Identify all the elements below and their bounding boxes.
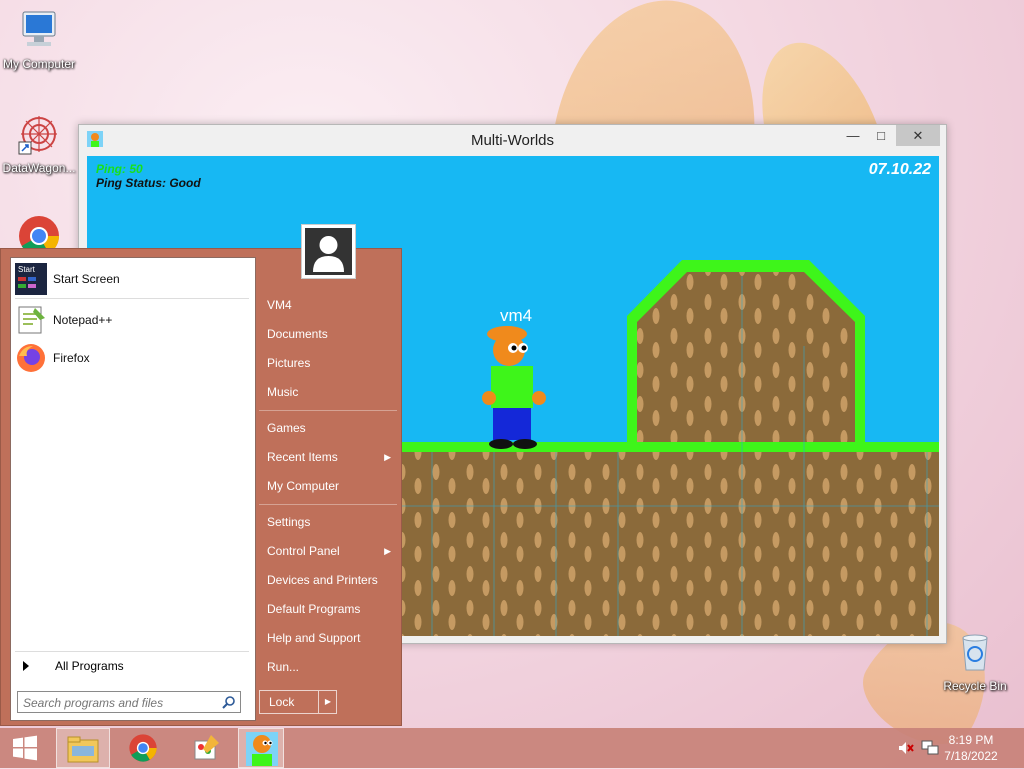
taskbar-file-explorer[interactable] — [56, 728, 110, 768]
desktop-icon-datawagon[interactable]: DataWagon... — [0, 112, 78, 175]
menu-item-settings[interactable]: Settings — [259, 509, 399, 535]
divider — [259, 504, 397, 505]
notepad-plus-plus-icon — [18, 306, 45, 334]
divider — [259, 410, 397, 411]
program-label: Start Screen — [53, 272, 120, 286]
chrome-icon — [129, 734, 157, 762]
desktop-icon-my-computer[interactable]: My Computer — [0, 8, 78, 71]
menu-item-recent-items[interactable]: Recent Items ▶ — [259, 444, 399, 470]
lock-options-arrow-icon[interactable]: ▶ — [318, 691, 337, 713]
menu-item-control-panel[interactable]: Control Panel ▶ — [259, 538, 399, 564]
submenu-arrow-icon: ▶ — [384, 452, 391, 462]
minimize-button[interactable]: — — [840, 125, 866, 146]
program-label: Notepad++ — [53, 313, 113, 327]
menu-item-default-programs[interactable]: Default Programs — [259, 596, 399, 622]
system-clock[interactable]: 8:19 PM 7/18/2022 — [936, 732, 1006, 764]
menu-item-label: Games — [267, 421, 306, 435]
recycle-bin-icon — [962, 634, 988, 671]
divider — [15, 298, 249, 299]
start-menu-programs-pane: Start Start Screen Notepad++ Firefox All… — [10, 257, 256, 721]
maximize-button[interactable]: □ — [868, 125, 894, 146]
player-character[interactable] — [481, 324, 551, 459]
computer-icon — [22, 11, 56, 46]
program-notepad-plus-plus[interactable]: Notepad++ — [15, 303, 251, 337]
menu-item-label: Control Panel — [267, 544, 340, 558]
desktop-icon-recycle-bin[interactable]: Recycle Bin — [936, 630, 1014, 693]
firefox-icon — [17, 344, 45, 372]
close-button[interactable]: ✕ — [896, 125, 940, 146]
menu-item-label: Pictures — [267, 356, 311, 370]
window-titlebar[interactable]: Multi-Worlds — □ ✕ — [79, 125, 946, 155]
volume-muted-icon[interactable] — [898, 741, 914, 755]
svg-text:Start: Start — [18, 265, 36, 274]
menu-item-label: Default Programs — [267, 602, 361, 616]
user-icon — [305, 228, 352, 275]
window-title: Multi-Worlds — [470, 132, 555, 149]
menu-item-games[interactable]: Games — [259, 415, 399, 441]
program-start-screen[interactable]: Start Start Screen — [15, 262, 251, 296]
paint-icon — [194, 735, 219, 760]
clock-time: 8:19 PM — [948, 733, 994, 747]
play-arrow-icon — [23, 661, 29, 671]
lock-button-group: Lock ▶ — [259, 690, 337, 714]
menu-item-label: VM4 — [267, 298, 292, 312]
taskbar-paint[interactable] — [180, 728, 230, 768]
menu-item-label: Settings — [267, 515, 311, 529]
start-screen-icon: Start — [15, 263, 47, 295]
lock-button[interactable]: Lock — [260, 691, 318, 713]
menu-item-my-computer[interactable]: My Computer — [259, 473, 399, 499]
desktop-icon-label: DataWagon... — [2, 161, 76, 175]
menu-item-music[interactable]: Music — [259, 379, 399, 405]
user-avatar[interactable] — [301, 224, 356, 279]
clock-date: 7/18/2022 — [944, 749, 998, 763]
submenu-arrow-icon: ▶ — [384, 546, 391, 556]
taskbar-multi-worlds[interactable] — [238, 728, 284, 768]
program-firefox[interactable]: Firefox — [15, 341, 251, 375]
search-input[interactable] — [21, 693, 217, 713]
search-box[interactable] — [17, 691, 241, 713]
menu-item-label: Recent Items — [267, 450, 338, 464]
menu-item-label: My Computer — [267, 479, 340, 493]
menu-item-label: Devices and Printers — [267, 573, 378, 587]
player-name: vm4 — [499, 306, 533, 325]
menu-item-help-support[interactable]: Help and Support — [259, 625, 399, 651]
desktop-icon-label: My Computer — [2, 57, 76, 71]
menu-item-label: Help and Support — [267, 631, 361, 645]
menu-item-run[interactable]: Run... — [259, 654, 399, 680]
menu-item-label: Run... — [267, 660, 300, 674]
file-explorer-icon — [67, 736, 99, 763]
taskbar: 8:19 PM 7/18/2022 — [0, 728, 1024, 768]
menu-item-pictures[interactable]: Pictures — [259, 350, 399, 376]
menu-item-label: Documents — [267, 327, 328, 341]
multi-worlds-icon — [246, 732, 278, 766]
menu-item-label: Music — [267, 385, 299, 399]
all-programs-button[interactable]: All Programs — [15, 654, 249, 678]
all-programs-label: All Programs — [55, 659, 124, 673]
desktop-icon-label: Recycle Bin — [943, 679, 1007, 693]
taskbar-chrome[interactable] — [120, 728, 166, 768]
start-menu: Start Start Screen Notepad++ Firefox All… — [0, 224, 402, 726]
start-button[interactable] — [2, 728, 48, 768]
menu-item-user[interactable]: VM4 — [259, 292, 399, 318]
menu-item-documents[interactable]: Documents — [259, 321, 399, 347]
program-label: Firefox — [53, 351, 90, 365]
windows-logo-icon — [13, 735, 37, 761]
datawagon-icon — [18, 116, 57, 155]
search-icon — [222, 696, 235, 709]
menu-item-devices-printers[interactable]: Devices and Printers — [259, 567, 399, 593]
divider — [15, 651, 249, 652]
